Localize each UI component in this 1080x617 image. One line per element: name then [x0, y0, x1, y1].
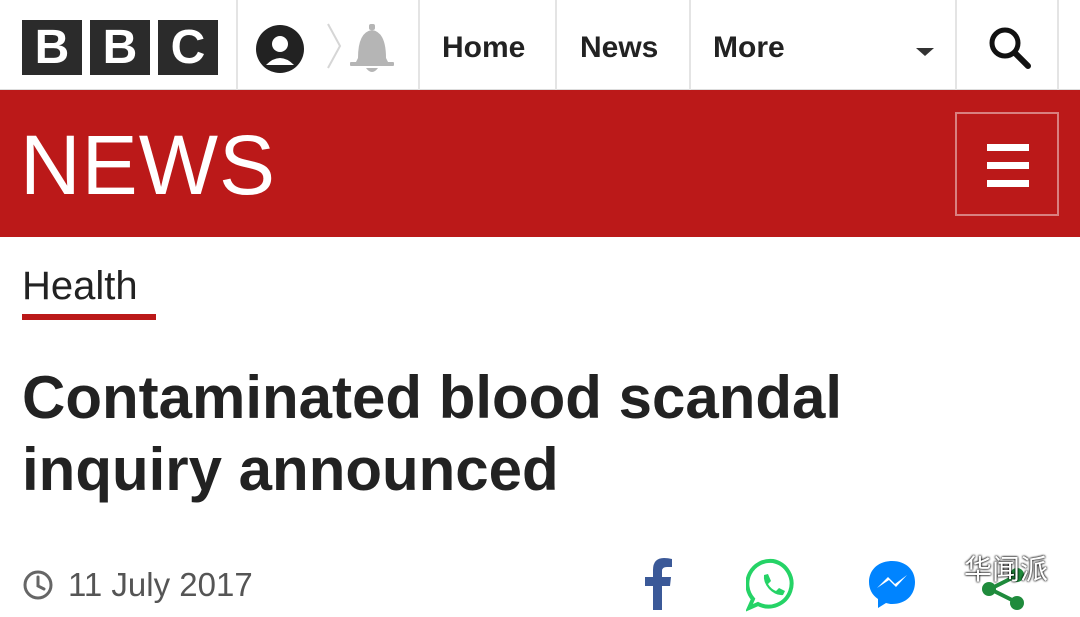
- hamburger-icon: [987, 162, 1029, 169]
- article-meta: 11 July 2017: [22, 565, 253, 605]
- menu-button[interactable]: [955, 112, 1059, 216]
- whatsapp-icon[interactable]: [746, 558, 800, 612]
- nav-more-link[interactable]: More: [713, 28, 785, 68]
- bbc-logo-letter: B: [22, 20, 82, 75]
- wechat-icon: [918, 553, 958, 582]
- bbc-logo[interactable]: B B C: [22, 20, 218, 75]
- hamburger-icon: [987, 144, 1029, 151]
- watermark: 华闻派: [918, 548, 1048, 588]
- nav-home-link[interactable]: Home: [442, 28, 525, 68]
- hamburger-icon: [987, 180, 1029, 187]
- search-icon[interactable]: [986, 24, 1032, 70]
- chevron-right-icon: [327, 23, 342, 69]
- watermark-text: 华闻派: [964, 554, 1049, 585]
- nav-news-link[interactable]: News: [580, 28, 658, 68]
- publish-date: 11 July 2017: [68, 566, 253, 603]
- nav-divider: [955, 0, 957, 90]
- clock-icon: [23, 570, 53, 600]
- messenger-icon[interactable]: [866, 558, 918, 610]
- facebook-icon[interactable]: [642, 558, 674, 610]
- bbc-logo-letter: B: [90, 20, 150, 75]
- account-icon[interactable]: [254, 23, 310, 73]
- top-navigation-bar: B B C Home News More: [0, 0, 1080, 90]
- nav-divider: [689, 0, 691, 90]
- nav-divider: [555, 0, 557, 90]
- caret-down-icon[interactable]: [916, 48, 934, 56]
- section-underline: [22, 314, 156, 320]
- notification-bell-icon[interactable]: [344, 22, 400, 76]
- bbc-logo-letter: C: [158, 20, 218, 75]
- news-banner: NEWS: [0, 90, 1080, 237]
- nav-divider: [236, 0, 238, 90]
- news-wordmark[interactable]: NEWS: [20, 120, 276, 210]
- nav-divider: [418, 0, 420, 90]
- section-link-health[interactable]: Health: [22, 262, 138, 310]
- article-headline: Contaminated blood scandal inquiry annou…: [22, 364, 843, 503]
- nav-divider: [1057, 0, 1059, 90]
